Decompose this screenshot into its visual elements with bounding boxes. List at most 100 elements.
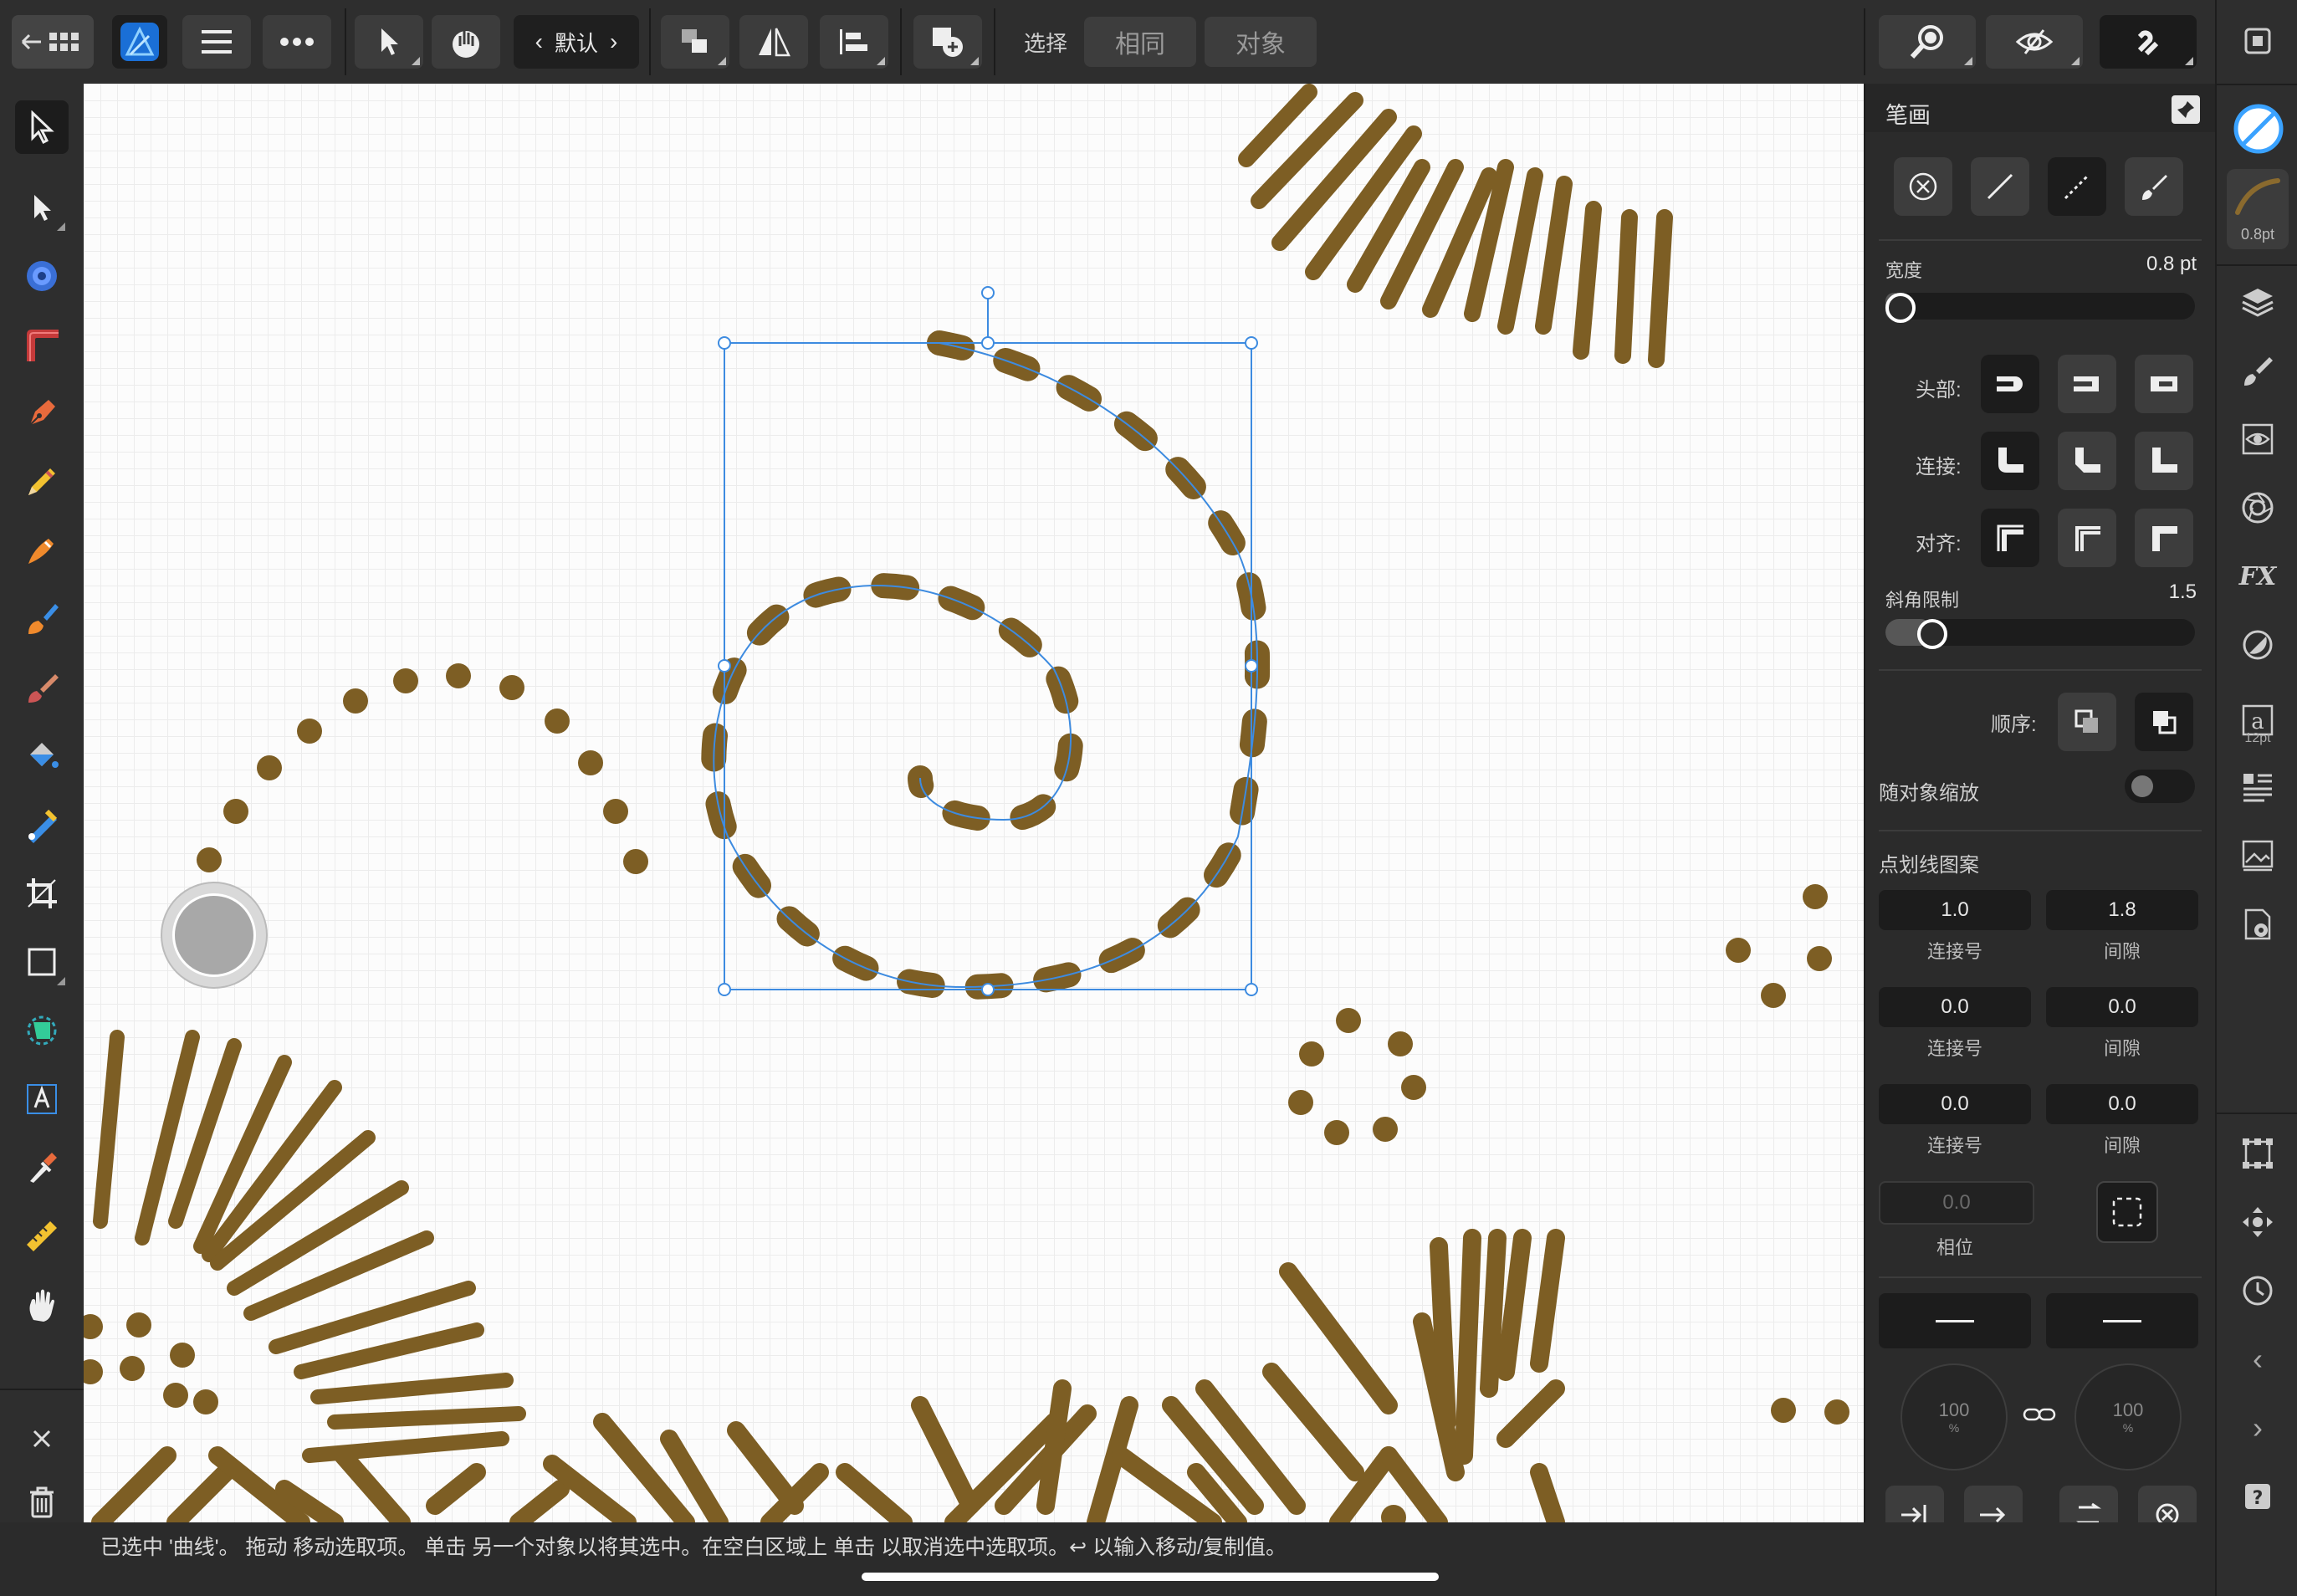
move-tab[interactable]	[2237, 1201, 2279, 1243]
selection-handle[interactable]	[1245, 659, 1258, 673]
transform-tab[interactable]	[2237, 1133, 2279, 1174]
snapping-button[interactable]	[2100, 15, 2197, 69]
stroke-solid-button[interactable]	[1971, 157, 2029, 216]
selection-handle[interactable]	[718, 983, 731, 996]
selection-handle[interactable]	[981, 336, 995, 350]
preset-selector[interactable]: ‹ 默认 ›	[514, 15, 639, 69]
color-picker-tool[interactable]	[15, 1141, 69, 1194]
hold-modifier-button[interactable]	[162, 883, 266, 987]
designer-persona-button[interactable]	[112, 15, 167, 69]
boolean-add-button[interactable]	[913, 15, 982, 69]
crop-tool[interactable]	[15, 867, 69, 920]
fill-brush-tool[interactable]	[15, 592, 69, 646]
rotation-handle[interactable]	[981, 286, 995, 299]
assets-tab[interactable]	[2237, 903, 2279, 945]
corner-tool[interactable]	[15, 249, 69, 303]
arrow-position-inside-button[interactable]	[1885, 1486, 1944, 1522]
end-arrowhead-selector[interactable]	[2046, 1293, 2198, 1348]
arrange-button[interactable]	[661, 15, 729, 69]
width-slider-knob[interactable]	[1885, 293, 1916, 323]
selection-mode-button[interactable]	[355, 15, 423, 69]
zoom-button[interactable]	[1879, 15, 1976, 69]
scale-with-object-toggle[interactable]	[2125, 770, 2195, 803]
join-bevel-button[interactable]	[2058, 432, 2116, 490]
measure-tool[interactable]	[15, 1210, 69, 1263]
transparency-tool[interactable]	[15, 798, 69, 852]
home-indicator[interactable]	[862, 1573, 1439, 1581]
select-object-button[interactable]: 对象	[1205, 17, 1317, 67]
collapse-left-button[interactable]: ‹	[2237, 1338, 2279, 1380]
join-round-button[interactable]	[1981, 432, 2039, 490]
bottom-left-stroke-cluster[interactable]	[93, 1030, 526, 1463]
pencil-curve-tool[interactable]	[15, 318, 69, 371]
align-outside-button[interactable]	[2135, 509, 2193, 567]
move-tool[interactable]	[15, 100, 69, 154]
balance-dashes-button[interactable]	[2096, 1181, 2158, 1243]
help-button[interactable]: ?	[2237, 1476, 2279, 1517]
top-stroke-cluster[interactable]	[1238, 84, 1673, 368]
flip-button[interactable]	[739, 15, 808, 69]
stock-tab[interactable]	[2237, 835, 2279, 877]
navigator-tab[interactable]	[2237, 487, 2279, 529]
color-swatch-button[interactable]	[2233, 104, 2284, 154]
swap-arrowheads-button[interactable]	[2059, 1486, 2118, 1522]
end-arrowhead-scale-dial[interactable]: 100 %	[2074, 1363, 2182, 1471]
stroke-brush-button[interactable]	[2125, 157, 2183, 216]
pen-tool[interactable]	[15, 386, 69, 440]
align-inside-button[interactable]	[1981, 509, 2039, 567]
gap-field-2[interactable]: 0.0	[2046, 987, 2198, 1027]
pixel-brush-tool[interactable]	[15, 661, 69, 714]
dash-field-1[interactable]: 1.0	[1879, 890, 2031, 930]
arrow-position-outside-button[interactable]	[1964, 1486, 2023, 1522]
close-button[interactable]	[15, 1412, 69, 1466]
width-slider[interactable]	[1885, 293, 2195, 323]
cap-butt-button[interactable]	[1981, 355, 2039, 413]
selection-handle[interactable]	[981, 983, 995, 996]
selection-handle[interactable]	[718, 659, 731, 673]
back-to-documents-button[interactable]	[12, 15, 94, 69]
collapse-right-button[interactable]: ›	[2237, 1407, 2279, 1449]
dash-field-3[interactable]: 0.0	[1879, 1084, 2031, 1124]
touch-mode-button[interactable]	[432, 15, 500, 69]
rectangle-tool[interactable]	[15, 935, 69, 989]
start-arrowhead-selector[interactable]	[1879, 1293, 2031, 1348]
fill-tool[interactable]	[15, 729, 69, 783]
appearance-tab[interactable]	[2237, 418, 2279, 460]
stroke-front-fill-button[interactable]	[2135, 693, 2193, 751]
history-tab[interactable]	[2237, 1270, 2279, 1312]
document-canvas[interactable]	[84, 84, 1864, 1522]
miter-slider-knob[interactable]	[1917, 619, 1947, 649]
gap-field-1[interactable]: 1.8	[2046, 890, 2198, 930]
preset-prev-icon[interactable]: ‹	[535, 28, 543, 55]
stroke-behind-fill-button[interactable]	[2058, 693, 2116, 751]
pin-panel-button[interactable]	[2172, 95, 2200, 124]
remove-arrowheads-button[interactable]	[2138, 1486, 2197, 1522]
document-menu-button[interactable]	[182, 15, 251, 69]
align-center-button[interactable]	[2058, 509, 2116, 567]
more-options-button[interactable]	[263, 15, 331, 69]
selected-curve[interactable]	[701, 330, 1271, 1000]
stroke-none-button[interactable]	[1894, 157, 1952, 216]
start-arrowhead-scale-dial[interactable]: 100 %	[1901, 1363, 2008, 1471]
vector-brush-tool[interactable]	[15, 524, 69, 577]
brushes-tab[interactable]	[2237, 350, 2279, 391]
preset-next-icon[interactable]: ›	[610, 28, 617, 55]
phase-field[interactable]: 0.0	[1879, 1181, 2034, 1225]
gap-field-3[interactable]: 0.0	[2046, 1084, 2198, 1124]
join-miter-button[interactable]	[2135, 432, 2193, 490]
layers-tab[interactable]	[2237, 281, 2279, 323]
stroke-dashed-button[interactable]	[2048, 157, 2106, 216]
styles-tab[interactable]	[2237, 624, 2279, 666]
artwork[interactable]	[84, 84, 1864, 1522]
cap-round-button[interactable]	[2058, 355, 2116, 413]
shape-builder-tool[interactable]	[15, 1004, 69, 1057]
view-mode-button[interactable]	[1986, 15, 2083, 69]
paragraph-tab[interactable]	[2237, 766, 2279, 808]
link-scales-button[interactable]	[2021, 1402, 2058, 1427]
dash-field-2[interactable]: 0.0	[1879, 987, 2031, 1027]
view-tool[interactable]	[15, 1278, 69, 1332]
stroke-panel-tab[interactable]: 0.8pt	[2227, 169, 2289, 249]
selection-box[interactable]	[718, 286, 1258, 996]
miter-slider[interactable]	[1885, 619, 2195, 649]
artistic-text-tool[interactable]	[15, 1072, 69, 1126]
